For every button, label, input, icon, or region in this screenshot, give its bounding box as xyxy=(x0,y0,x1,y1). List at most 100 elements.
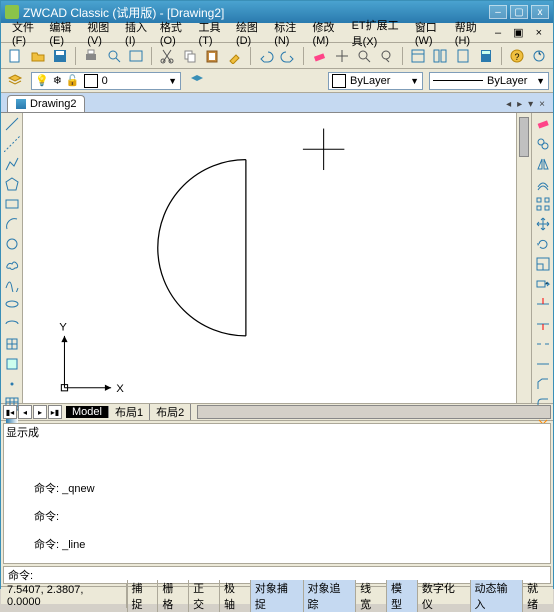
status-toggle-极轴[interactable]: 极轴 xyxy=(219,580,250,612)
insert-block-icon[interactable] xyxy=(2,335,22,353)
status-toggle-对象追踪[interactable]: 对象追踪 xyxy=(303,580,356,612)
layer-combo[interactable]: 💡 ❄ 🔓 0 ▼ xyxy=(31,72,181,90)
horizontal-scrollbar[interactable] xyxy=(197,405,551,419)
drawing-canvas[interactable]: X Y xyxy=(23,113,531,403)
menu-edit[interactable]: 编辑(E) xyxy=(44,17,80,49)
menu-modify[interactable]: 修改(M) xyxy=(307,17,344,49)
color-combo[interactable]: ByLayer ▼ xyxy=(328,72,423,90)
erase-tool-icon[interactable] xyxy=(533,115,553,133)
construction-line-icon[interactable] xyxy=(2,135,22,153)
array-icon[interactable] xyxy=(533,195,553,213)
menu-window[interactable]: 窗口(W) xyxy=(410,17,448,49)
tab-first-button[interactable]: ▮◂ xyxy=(3,405,17,419)
undo-icon[interactable] xyxy=(256,46,276,66)
status-toggle-模型[interactable]: 模型 xyxy=(386,580,417,612)
status-toggle-对象捕捉[interactable]: 对象捕捉 xyxy=(250,580,303,612)
layer-name: 0 xyxy=(102,75,108,87)
new-icon[interactable] xyxy=(5,46,25,66)
copy-icon[interactable] xyxy=(180,46,200,66)
point-icon[interactable] xyxy=(2,375,22,393)
break-icon[interactable] xyxy=(533,335,553,353)
pan-icon[interactable] xyxy=(332,46,352,66)
circle-icon[interactable] xyxy=(2,235,22,253)
toolpalette-icon[interactable] xyxy=(453,46,473,66)
designcenter-icon[interactable] xyxy=(431,46,451,66)
status-toggle-数字化仪[interactable]: 数字化仪 xyxy=(417,580,470,612)
move-icon[interactable] xyxy=(533,215,553,233)
zoom-prev-icon[interactable] xyxy=(377,46,397,66)
print-icon[interactable] xyxy=(81,46,101,66)
menu-view[interactable]: 视图(V) xyxy=(82,17,118,49)
publish-icon[interactable] xyxy=(126,46,146,66)
status-toggle-就绪[interactable]: 就绪 xyxy=(522,580,553,612)
menu-format[interactable]: 格式(O) xyxy=(155,17,192,49)
join-icon[interactable] xyxy=(533,355,553,373)
status-toggle-正交[interactable]: 正交 xyxy=(188,580,219,612)
mirror-icon[interactable] xyxy=(533,155,553,173)
menu-help[interactable]: 帮助(H) xyxy=(450,17,486,49)
redo-icon[interactable] xyxy=(279,46,299,66)
document-tabs: Drawing2 ◂ ▸ ▾ × xyxy=(1,93,553,113)
polygon-icon[interactable] xyxy=(2,175,22,193)
rectangle-icon[interactable] xyxy=(2,195,22,213)
trim-icon[interactable] xyxy=(533,295,553,313)
ellipse-arc-icon[interactable] xyxy=(2,315,22,333)
cmd-line: 命令: _line xyxy=(34,538,546,552)
scale-icon[interactable] xyxy=(533,255,553,273)
menu-draw[interactable]: 绘图(D) xyxy=(231,17,267,49)
layer-manager-icon[interactable] xyxy=(5,71,25,91)
coordinates-readout[interactable]: 7.5407, 2.3807, 0.0000 xyxy=(1,584,127,608)
status-toggle-线宽[interactable]: 线宽 xyxy=(355,580,386,612)
doc-restore-button[interactable]: ▣ xyxy=(508,24,528,41)
copy-tool-icon[interactable] xyxy=(533,135,553,153)
help-icon[interactable]: ? xyxy=(507,46,527,66)
polyline-icon[interactable] xyxy=(2,155,22,173)
cut-icon[interactable] xyxy=(157,46,177,66)
chamfer-icon[interactable] xyxy=(533,375,553,393)
offset-icon[interactable] xyxy=(533,175,553,193)
extend-icon[interactable] xyxy=(533,315,553,333)
update-icon[interactable] xyxy=(529,46,549,66)
menu-tools[interactable]: 工具(T) xyxy=(194,17,229,49)
zoom-icon[interactable] xyxy=(355,46,375,66)
command-history[interactable]: 显示成 命令: _qnew 命令: 命令: _line 线的起始点: 角度(A)… xyxy=(3,423,551,564)
status-toggle-栅格[interactable]: 栅格 xyxy=(157,580,188,612)
tab-scroll-right[interactable]: ▸ xyxy=(515,99,524,110)
doc-close-button[interactable]: × xyxy=(531,25,547,41)
ellipse-icon[interactable] xyxy=(2,295,22,313)
save-icon[interactable] xyxy=(50,46,70,66)
side-label: 显示成 xyxy=(6,426,39,440)
close-button[interactable]: x xyxy=(531,5,549,19)
tab-scroll-left[interactable]: ◂ xyxy=(504,99,513,110)
paste-icon[interactable] xyxy=(202,46,222,66)
revcloud-icon[interactable] xyxy=(2,255,22,273)
erase-icon[interactable] xyxy=(309,46,329,66)
line-icon[interactable] xyxy=(2,115,22,133)
linetype-combo[interactable]: ByLayer ▼ xyxy=(429,72,549,90)
doc-minimize-button[interactable]: – xyxy=(490,25,506,41)
layer-prev-icon[interactable] xyxy=(187,71,207,91)
vertical-scrollbar[interactable] xyxy=(516,113,531,403)
spline-icon[interactable] xyxy=(2,275,22,293)
status-toggle-动态输入[interactable]: 动态输入 xyxy=(470,580,523,612)
make-block-icon[interactable] xyxy=(2,355,22,373)
maximize-button[interactable]: ▢ xyxy=(510,5,528,19)
menu-insert[interactable]: 插入(I) xyxy=(120,17,153,49)
open-icon[interactable] xyxy=(28,46,48,66)
calc-icon[interactable] xyxy=(476,46,496,66)
minimize-button[interactable]: – xyxy=(489,5,507,19)
matchprop-icon[interactable] xyxy=(225,46,245,66)
prop-icon[interactable] xyxy=(408,46,428,66)
menu-file[interactable]: 文件(F) xyxy=(7,17,42,49)
status-toggle-捕捉[interactable]: 捕捉 xyxy=(127,580,158,612)
modify-toolbar xyxy=(531,113,553,403)
work-zone: A X Y xyxy=(1,113,553,403)
rotate-icon[interactable] xyxy=(533,235,553,253)
document-tab[interactable]: Drawing2 xyxy=(7,95,85,112)
preview-icon[interactable] xyxy=(104,46,124,66)
tab-list-button[interactable]: ▾ xyxy=(526,99,535,110)
menu-dimen[interactable]: 标注(N) xyxy=(269,17,305,49)
tab-close-button[interactable]: × xyxy=(537,99,547,110)
stretch-icon[interactable] xyxy=(533,275,553,293)
arc-icon[interactable] xyxy=(2,215,22,233)
